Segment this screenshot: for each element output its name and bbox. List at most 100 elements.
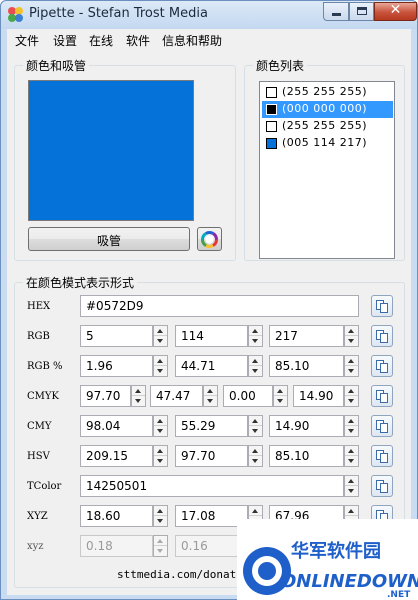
tcolor-value: 14250501 <box>86 479 148 493</box>
rgb-r-field[interactable]: 5 <box>80 325 153 347</box>
cmy-y-spinner[interactable] <box>344 415 359 437</box>
maximize-icon <box>357 7 367 15</box>
color-list-group-title: 颜色列表 <box>253 57 308 74</box>
rgb-b-field[interactable]: 217 <box>269 325 344 347</box>
cmyk-m-value: 47.47 <box>156 389 191 403</box>
rgb-percent-g-field[interactable]: 44.71 <box>175 355 248 377</box>
menu-bar: 文件 设置 在线 软件 信息和帮助 <box>7 29 411 51</box>
rgb-percent-r-field[interactable]: 1.96 <box>80 355 153 377</box>
rgb-percent-r-spinner[interactable] <box>153 355 168 377</box>
color-list-text: (005 114 217) <box>282 136 368 149</box>
close-button[interactable]: ✕ <box>374 2 417 21</box>
menu-software[interactable]: 软件 <box>126 32 150 49</box>
maximize-button[interactable] <box>349 2 374 21</box>
rgb-b-spinner[interactable] <box>344 325 359 347</box>
cmyk-k-spinner[interactable] <box>344 385 359 407</box>
cmyk-k-field[interactable]: 14.90 <box>293 385 344 407</box>
color-list-text: (000 000 000) <box>282 102 368 115</box>
rgb-label: RGB <box>27 331 50 342</box>
cmyk-y-field[interactable]: 0.00 <box>223 385 273 407</box>
color-wheel-button[interactable] <box>197 227 222 251</box>
copy-cmyk-button[interactable] <box>371 385 393 407</box>
hex-value: #0572D9 <box>86 299 144 313</box>
color-list[interactable]: (255 255 255) (000 000 000) (255 255 255… <box>259 81 395 259</box>
menu-online[interactable]: 在线 <box>89 32 113 49</box>
color-formats-group-title: 在颜色模式表示形式 <box>23 274 138 291</box>
copy-rgb-percent-button[interactable] <box>371 355 393 377</box>
hsv-v-field[interactable]: 85.10 <box>269 445 344 467</box>
close-icon: ✕ <box>389 2 402 18</box>
rgb-percent-g-value: 44.71 <box>181 359 216 373</box>
rgb-percent-b-value: 85.10 <box>275 359 310 373</box>
hsv-v-value: 85.10 <box>275 449 310 463</box>
pipette-button[interactable]: 吸管 <box>28 227 190 251</box>
color-list-item[interactable]: (255 255 255) <box>262 118 393 135</box>
hex-field[interactable]: #0572D9 <box>80 295 359 317</box>
xyz-chromaticity-x-field[interactable]: 0.18 <box>80 535 153 557</box>
current-color-swatch[interactable] <box>28 80 194 221</box>
title-bar[interactable]: Pipette - Stefan Trost Media ✕ <box>1 1 417 29</box>
color-list-item[interactable]: (000 000 000) <box>262 101 393 118</box>
tcolor-field[interactable]: 14250501 <box>80 475 344 497</box>
cmyk-label: CMYK <box>27 391 59 402</box>
rgb-percent-g-spinner[interactable] <box>248 355 263 377</box>
rgb-r-spinner[interactable] <box>153 325 168 347</box>
hsv-v-spinner[interactable] <box>344 445 359 467</box>
rgb-r-value: 5 <box>86 329 94 343</box>
rgb-percent-b-field[interactable]: 85.10 <box>269 355 344 377</box>
cmy-c-value: 98.04 <box>86 419 121 433</box>
copy-cmy-button[interactable] <box>371 415 393 437</box>
hsv-h-field[interactable]: 209.15 <box>80 445 153 467</box>
minimize-icon <box>332 13 341 16</box>
copy-rgb-button[interactable] <box>371 325 393 347</box>
cmy-c-field[interactable]: 98.04 <box>80 415 153 437</box>
watermark-top-text: 华军软件园 <box>291 540 381 562</box>
xyz-x-field[interactable]: 18.60 <box>80 505 153 527</box>
rgb-g-value: 114 <box>181 329 204 343</box>
copy-hsv-button[interactable] <box>371 445 393 467</box>
xyz-chromaticity-x-spinner[interactable] <box>153 535 168 557</box>
minimize-button[interactable] <box>323 2 349 21</box>
cmy-m-field[interactable]: 55.29 <box>175 415 248 437</box>
copy-hex-button[interactable] <box>371 295 393 317</box>
hsv-s-value: 97.70 <box>181 449 216 463</box>
donate-link[interactable]: sttmedia.com/donate <box>117 568 243 581</box>
xyz-x-spinner[interactable] <box>153 505 168 527</box>
cmy-c-spinner[interactable] <box>153 415 168 437</box>
hsv-h-spinner[interactable] <box>153 445 168 467</box>
copy-tcolor-button[interactable] <box>371 475 393 497</box>
color-list-text: (255 255 255) <box>282 119 368 132</box>
watermark-bottom-text: ONLINEDOWN <box>281 571 418 592</box>
color-list-swatch <box>266 138 277 149</box>
cmyk-c-value: 97.70 <box>86 389 121 403</box>
rgb-percent-b-spinner[interactable] <box>344 355 359 377</box>
cmyk-c-spinner[interactable] <box>131 385 146 407</box>
tcolor-spinner[interactable] <box>344 475 359 497</box>
menu-file[interactable]: 文件 <box>15 32 39 49</box>
cmyk-y-spinner[interactable] <box>273 385 288 407</box>
cmyk-m-field[interactable]: 47.47 <box>150 385 203 407</box>
tcolor-label: TColor <box>27 481 62 492</box>
cmy-m-spinner[interactable] <box>248 415 263 437</box>
rgb-g-spinner[interactable] <box>248 325 263 347</box>
menu-info-help[interactable]: 信息和帮助 <box>162 32 222 49</box>
color-list-item[interactable]: (255 255 255) <box>262 84 393 101</box>
cmyk-m-spinner[interactable] <box>203 385 218 407</box>
rgb-g-field[interactable]: 114 <box>175 325 248 347</box>
hsv-label: HSV <box>27 451 50 462</box>
color-list-item[interactable]: (005 114 217) <box>262 135 393 152</box>
color-pipette-group-title: 颜色和吸管 <box>23 57 90 74</box>
xyz-chromaticity-label: xyz <box>27 541 44 552</box>
client-area: 颜色和吸管 吸管 颜色列表 (255 255 255) (000 000 000… <box>7 51 411 595</box>
rgb-b-value: 217 <box>275 329 298 343</box>
hsv-s-field[interactable]: 97.70 <box>175 445 248 467</box>
hex-label: HEX <box>27 301 51 312</box>
menu-settings[interactable]: 设置 <box>53 32 77 49</box>
rgb-percent-label: RGB % <box>27 361 63 372</box>
cmyk-y-value: 0.00 <box>229 389 256 403</box>
cmyk-k-value: 14.90 <box>299 389 334 403</box>
hsv-s-spinner[interactable] <box>248 445 263 467</box>
cmyk-c-field[interactable]: 97.70 <box>80 385 131 407</box>
cmy-y-field[interactable]: 14.90 <box>269 415 344 437</box>
hsv-h-value: 209.15 <box>86 449 128 463</box>
